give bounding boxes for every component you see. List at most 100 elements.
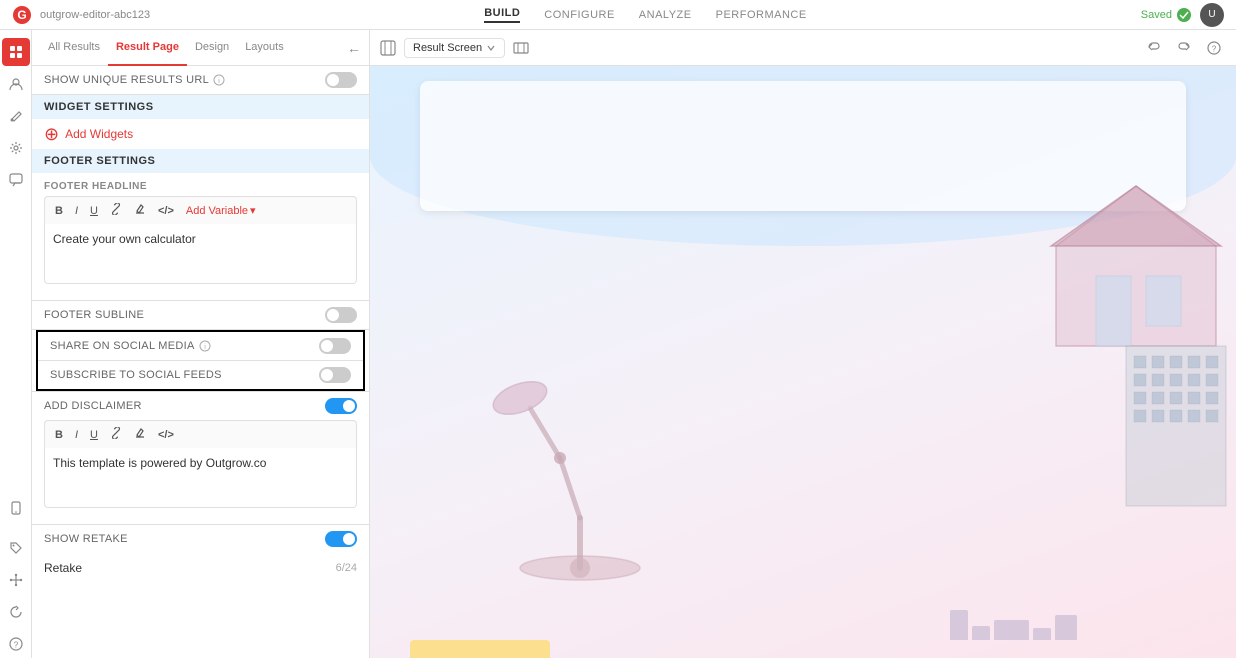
fit-screen-icon[interactable] [380,40,396,56]
code-btn[interactable]: </> [154,203,178,219]
sidebar-icon-comment[interactable] [2,166,30,194]
sidebar-icon-help[interactable]: ? [2,630,30,658]
svg-text:?: ? [1212,44,1217,53]
info-icon: i [213,74,225,86]
app-logo: G [12,5,32,25]
link-btn[interactable] [106,201,126,220]
add-disclaimer-row: ADD DISCLAIMER [32,392,369,420]
retake-input-row: Retake 6/24 [44,557,357,579]
show-unique-label-group: SHOW UNIQUE RESULTS URL i [44,74,225,86]
toggle-share-social[interactable] [319,338,351,354]
comment-icon [9,173,23,187]
disclaimer-text[interactable]: This template is powered by Outgrow.co [44,448,357,508]
gear-icon [9,141,23,155]
canvas-toolbar-icons: ? [1142,36,1226,60]
underline-btn[interactable]: U [86,203,102,219]
help-icon: ? [9,637,23,651]
canvas-toolbar: Result Screen ? [370,30,1236,66]
saved-check-icon [1176,7,1192,23]
tab-layouts[interactable]: Layouts [237,30,292,66]
saved-badge: Saved [1141,7,1192,23]
toggle-subscribe[interactable] [319,367,351,383]
social-options-box: SHARE ON SOCIAL MEDIA i SUBSCRIBE TO SOC… [36,330,365,391]
footer-headline-text[interactable]: Create your own calculator [44,224,357,284]
screen-selector[interactable]: Result Screen [404,38,505,58]
highlight-btn[interactable] [130,201,150,220]
sidebar-icon-integration[interactable] [2,566,30,594]
panel-arrow-icon[interactable]: ← [347,40,361,56]
disclaimer-link-icon [110,427,122,439]
redo-button[interactable] [1172,36,1196,60]
data-bars [950,610,1077,640]
user-icon [9,77,23,91]
app-name: outgrow-editor-abc123 [40,9,150,21]
toggle-add-disclaimer[interactable] [325,398,357,414]
disclaimer-toolbar: B I U </> [44,420,357,448]
user-avatar[interactable]: U [1200,3,1224,27]
main-canvas: Result Screen ? [370,30,1236,658]
sidebar-icon-tag[interactable] [2,534,30,562]
nav-configure[interactable]: CONFIGURE [544,9,615,21]
toggle-unique-results-url[interactable] [325,72,357,88]
disclaimer-underline-btn[interactable]: U [86,427,102,443]
disclaimer-link-btn[interactable] [106,425,126,444]
grid-icon [9,45,23,59]
screen-selector-label: Result Screen [413,42,482,54]
panel-tabs: All Results Result Page Design Layouts ← [32,30,369,66]
disclaimer-bold-btn[interactable]: B [51,427,67,443]
highlight-icon [134,203,146,215]
mobile-icon [9,501,23,515]
widget-settings-header: WIDGET SETTINGS [32,95,369,119]
nav-analyze[interactable]: ANALYZE [639,9,692,21]
sidebar-icon-mobile[interactable] [2,494,30,522]
paint-icon [9,109,23,123]
bold-btn[interactable]: B [51,203,67,219]
saved-label: Saved [1141,9,1172,21]
tab-result-page[interactable]: Result Page [108,30,187,66]
canvas-content [370,66,1236,658]
retake-field-row: Retake 6/24 [32,553,369,591]
refresh-icon [9,605,23,619]
nav-right: Saved U [1141,3,1224,27]
disclaimer-italic-btn[interactable]: I [71,427,82,443]
building-illustration [1116,316,1236,516]
sidebar-icon-user[interactable] [2,70,30,98]
italic-btn[interactable]: I [71,203,82,219]
link-icon [110,203,122,215]
toggle-show-retake[interactable] [325,531,357,547]
tab-all-results[interactable]: All Results [40,30,108,66]
add-variable-button[interactable]: Add Variable ▾ [186,204,256,217]
subscribe-social-feeds-row: SUBSCRIBE TO SOCIAL FEEDS [38,361,363,389]
sidebar-icon-paint[interactable] [2,102,30,130]
disclaimer-code-btn[interactable]: </> [154,427,178,443]
share-on-social-media-row: SHARE ON SOCIAL MEDIA i [38,332,363,360]
sidebar-icon-settings[interactable] [2,134,30,162]
integration-icon [9,573,23,587]
add-widgets-button[interactable]: ⊕ Add Widgets [32,119,369,149]
toggle-footer-subline[interactable] [325,307,357,323]
show-retake-label: SHOW RETAKE [44,533,128,545]
retake-char-count: 6/24 [336,562,357,574]
add-variable-chevron-icon: ▾ [250,204,256,217]
yellow-bar [410,640,550,658]
nav-build[interactable]: BUILD [484,7,520,23]
svg-text:?: ? [13,641,18,650]
disclaimer-highlight-icon [134,427,146,439]
help-canvas-button[interactable]: ? [1202,36,1226,60]
footer-settings-header: FOOTER SETTINGS [32,149,369,173]
fullscreen-icon[interactable] [513,40,529,56]
svg-text:G: G [17,8,26,22]
undo-button[interactable] [1142,36,1166,60]
desk-lamp-illustration [470,318,690,598]
add-widgets-plus-icon: ⊕ [44,125,59,143]
tab-design[interactable]: Design [187,30,237,66]
sidebar-icon-grid[interactable] [2,38,30,66]
disclaimer-highlight-btn[interactable] [130,425,150,444]
add-widgets-label: Add Widgets [65,127,133,141]
left-panel: All Results Result Page Design Layouts ←… [32,30,370,658]
nav-performance[interactable]: PERFORMANCE [716,9,807,21]
sidebar-icon-refresh[interactable] [2,598,30,626]
tag-icon [9,541,23,555]
nav-center: BUILD CONFIGURE ANALYZE PERFORMANCE [484,7,806,23]
redo-icon [1177,41,1191,55]
